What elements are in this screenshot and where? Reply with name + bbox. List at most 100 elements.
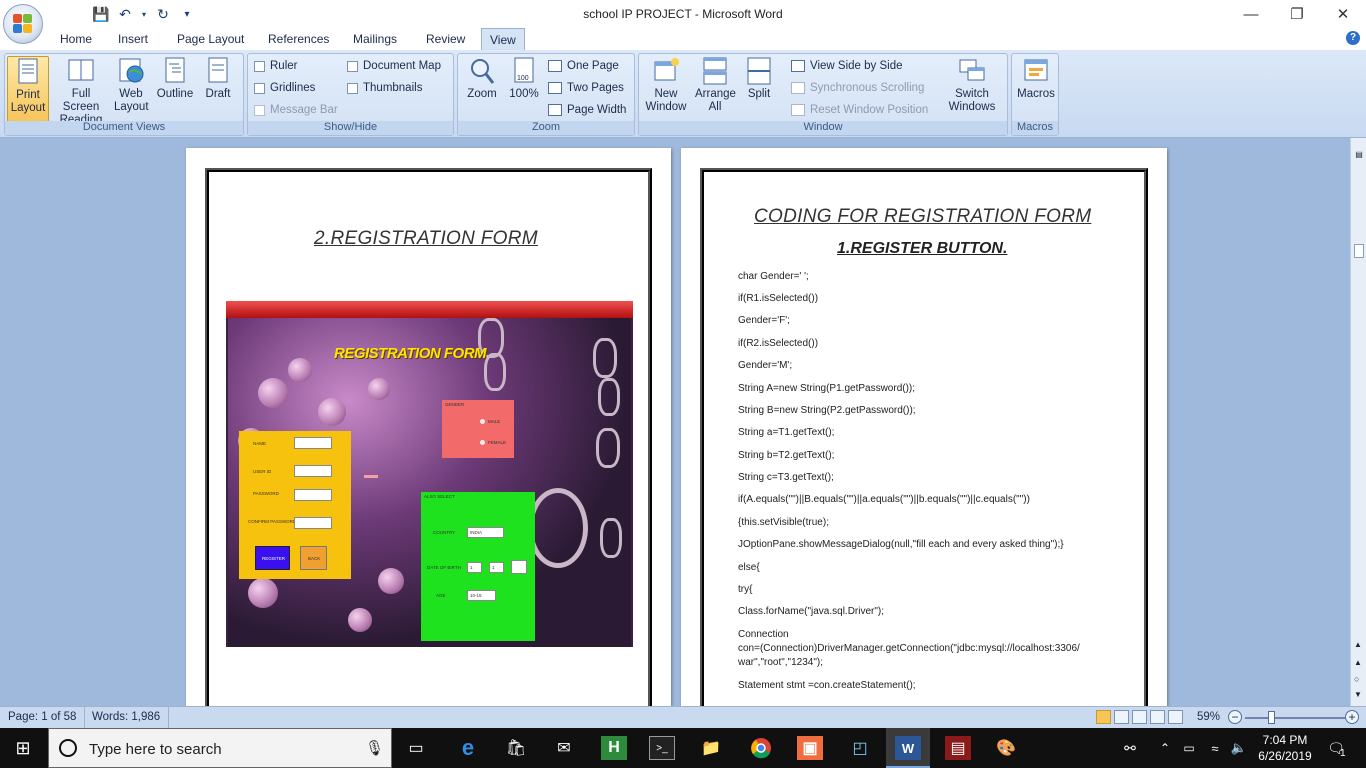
confirm-password-field <box>294 517 332 529</box>
restore-button[interactable]: ❐ <box>1274 0 1320 28</box>
code-line: JOptionPane.showMessageDialog(null,"fill… <box>738 539 1064 550</box>
app-glass-icon[interactable]: ◰ <box>847 736 873 760</box>
arrange-all-button[interactable]: Arrange All <box>693 56 737 114</box>
search-circle-icon <box>59 739 77 757</box>
tray-chevron-icon[interactable]: ⌃ <box>1152 736 1178 760</box>
tab-view[interactable]: View <box>481 28 525 50</box>
mail-icon[interactable]: ✉ <box>551 736 577 760</box>
tab-page-layout[interactable]: Page Layout <box>177 32 244 46</box>
zoom-slider-thumb[interactable] <box>1268 711 1275 724</box>
word-taskbar-button[interactable]: W <box>886 728 930 768</box>
document-map-checkbox[interactable]: Document Map <box>347 60 441 72</box>
user-id-label: USER ID <box>253 469 272 474</box>
close-button[interactable]: ✕ <box>1320 0 1366 28</box>
full-screen-reading-button[interactable]: Full Screen Reading <box>52 56 110 127</box>
gridlines-checkbox[interactable]: Gridlines <box>254 82 315 94</box>
sync-scroll-icon <box>791 82 805 94</box>
code-line: String A=new String(P1.getPassword()); <box>738 383 916 394</box>
window-title: school IP PROJECT - Microsoft Word <box>583 7 783 21</box>
microphone-icon[interactable]: 🎙 <box>365 739 384 757</box>
new-window-label: New Window <box>645 88 687 113</box>
window-group-label: Window <box>639 121 1007 135</box>
file-explorer-icon[interactable]: 📁 <box>698 736 724 760</box>
one-page-button[interactable]: One Page <box>548 60 619 72</box>
windows-start-icon[interactable]: ⊞ <box>10 736 36 760</box>
taskbar-search-box[interactable]: Type here to search 🎙 <box>48 728 392 768</box>
age-value: 10-15 <box>470 593 482 598</box>
dob-day-value: 1 <box>470 565 473 570</box>
print-layout-view-icon[interactable] <box>1096 710 1111 724</box>
ruler-toggle-icon[interactable]: ▤ <box>1354 150 1364 160</box>
age-label: AGE <box>436 593 446 598</box>
macros-label: Macros <box>1017 88 1055 100</box>
draft-button[interactable]: Draft <box>201 56 235 101</box>
code-line: String b=T2.getText(); <box>738 450 835 461</box>
reading-view-icon[interactable] <box>1114 710 1129 724</box>
draft-view-icon[interactable] <box>1168 710 1183 724</box>
select-browse-object-icon[interactable]: ○ <box>1354 674 1359 684</box>
zoom-in-icon[interactable]: + <box>1345 710 1359 724</box>
tab-mailings[interactable]: Mailings <box>353 32 397 46</box>
tab-insert[interactable]: Insert <box>118 32 148 46</box>
page-count[interactable]: Page: 1 of 58 <box>8 711 76 723</box>
two-pages-button[interactable]: Two Pages <box>548 82 624 94</box>
code-line: char Gender=' '; <box>738 271 809 282</box>
next-page-icon[interactable]: ▼ <box>1354 690 1362 699</box>
view-side-by-side-button[interactable]: View Side by Side <box>791 60 902 72</box>
female-radio-icon <box>480 440 485 445</box>
zoom-button[interactable]: Zoom <box>464 56 500 101</box>
thumbnails-checkbox[interactable]: Thumbnails <box>347 82 422 94</box>
word-count[interactable]: Words: 1,986 <box>92 711 160 723</box>
ruler-checkbox[interactable]: Ruler <box>254 60 297 72</box>
split-button[interactable]: Split <box>741 56 777 101</box>
web-view-icon[interactable] <box>1132 710 1147 724</box>
wifi-icon[interactable]: ≈ <box>1202 736 1228 760</box>
outline-button[interactable]: Outline <box>153 56 197 101</box>
prev-page-icon[interactable]: ▲ <box>1354 658 1362 667</box>
chrome-icon[interactable] <box>748 736 774 760</box>
terminal-icon[interactable]: >_ <box>649 736 675 760</box>
battery-icon[interactable]: ▭ <box>1176 736 1202 760</box>
scroll-thumb[interactable] <box>1354 244 1364 258</box>
switch-windows-button[interactable]: Switch Windows <box>941 56 1003 114</box>
clock[interactable]: 7:04 PM 6/26/2019 <box>1252 732 1318 764</box>
document-area[interactable]: 2.REGISTRATION FORM CODING FOR REGISTRAT… <box>0 138 1350 706</box>
page-2[interactable]: CODING FOR REGISTRATION FORM 1.REGISTER … <box>681 148 1167 706</box>
edge-icon[interactable]: e <box>455 735 481 760</box>
dob-month-select: 1 <box>489 562 504 573</box>
print-layout-button[interactable]: Print Layout <box>7 56 49 122</box>
show-hide-group-label: Show/Hide <box>248 121 453 135</box>
synchronous-scrolling-button: Synchronous Scrolling <box>791 82 924 94</box>
register-button-text: REGISTER <box>262 556 286 561</box>
people-icon[interactable]: ⚯ <box>1117 736 1143 760</box>
scroll-up-icon[interactable]: ▲ <box>1354 640 1362 649</box>
zoom-level[interactable]: 59% <box>1197 711 1220 723</box>
web-layout-button[interactable]: Web Layout <box>113 56 149 114</box>
tab-references[interactable]: References <box>268 32 329 46</box>
app-h-icon[interactable]: H <box>601 736 627 760</box>
reset-window-position-label: Reset Window Position <box>810 104 929 116</box>
winrar-icon[interactable]: ▤ <box>945 736 971 760</box>
task-view-icon[interactable]: ▭ <box>403 736 429 760</box>
word-icon: W <box>895 736 921 760</box>
office-logo-icon <box>13 14 33 34</box>
office-button[interactable] <box>3 4 43 44</box>
volume-icon[interactable]: 🔈 <box>1226 736 1252 760</box>
tab-review[interactable]: Review <box>426 32 465 46</box>
zoom-label: Zoom <box>467 88 497 100</box>
new-window-button[interactable]: New Window <box>643 56 689 114</box>
minimize-button[interactable]: — <box>1228 0 1274 28</box>
zoom-out-icon[interactable]: − <box>1228 710 1242 724</box>
zoom-slider[interactable] <box>1245 717 1345 719</box>
help-icon[interactable]: ? <box>1346 31 1360 45</box>
vertical-scrollbar[interactable]: ▤ ▲ ▲ ○ ▼ <box>1350 138 1366 706</box>
page-width-button[interactable]: Page Width <box>548 104 626 116</box>
app-orange-icon[interactable]: ▣ <box>797 736 823 760</box>
paint-icon[interactable]: 🎨 <box>993 736 1019 760</box>
zoom-100-button[interactable]: 100 100% <box>506 56 542 101</box>
store-icon[interactable]: 🛍 <box>503 736 529 760</box>
outline-view-icon[interactable] <box>1150 710 1165 724</box>
macros-button[interactable]: Macros <box>1015 56 1057 101</box>
tab-home[interactable]: Home <box>60 32 92 46</box>
magnifier-icon <box>468 56 496 86</box>
